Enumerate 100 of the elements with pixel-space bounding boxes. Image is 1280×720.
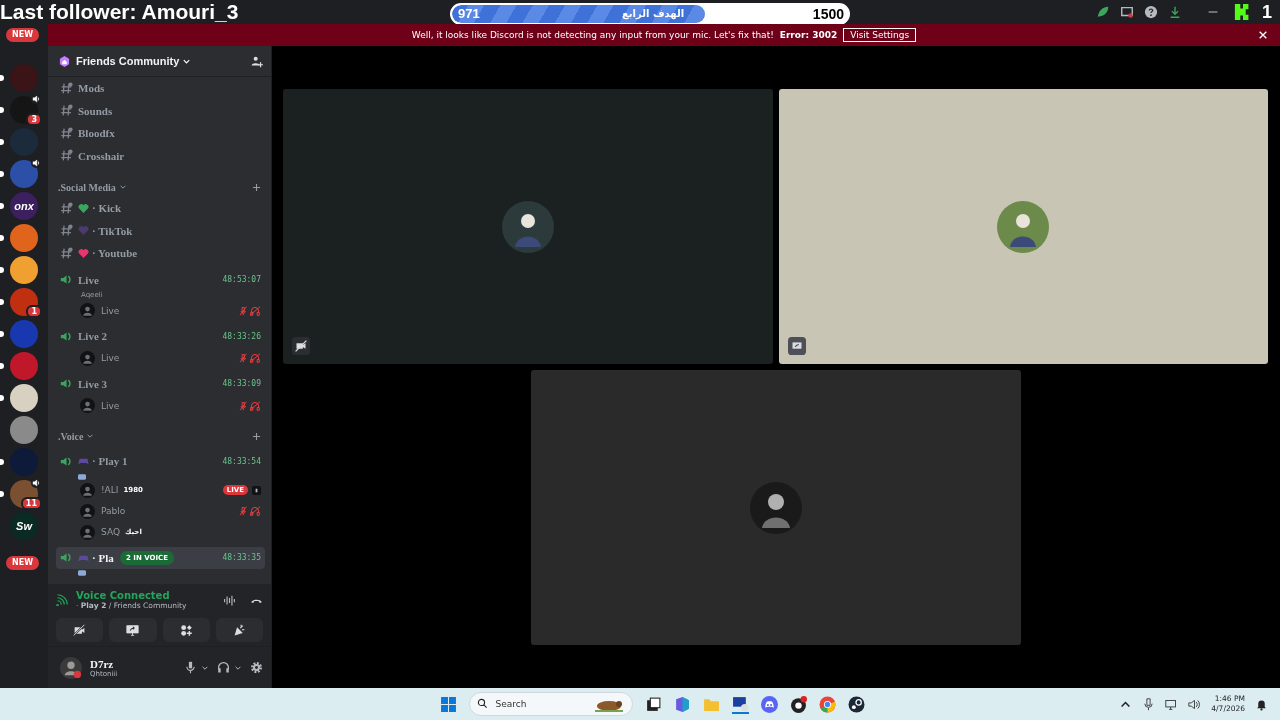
microphone-icon[interactable] bbox=[184, 661, 197, 674]
voice-member[interactable]: Live bbox=[56, 300, 265, 321]
chevron-icon bbox=[86, 432, 95, 440]
last-follower-text: Last follower: Amouri_3 bbox=[0, 0, 240, 24]
leaf-icon[interactable] bbox=[1096, 5, 1110, 19]
microphone-icon[interactable] bbox=[1142, 697, 1156, 711]
notification-bell-icon[interactable] bbox=[1255, 697, 1268, 711]
camera-off-button[interactable] bbox=[56, 618, 104, 642]
text-channel[interactable]: · TikTok bbox=[56, 219, 265, 242]
voice-channel[interactable]: Live 3 48:33:09 bbox=[56, 372, 265, 395]
activities-button[interactable] bbox=[162, 618, 210, 642]
text-channel[interactable]: Sounds bbox=[56, 99, 265, 122]
mention-badge: 3 bbox=[26, 113, 42, 126]
shapes-icon bbox=[179, 623, 193, 637]
server-icon[interactable]: onx bbox=[10, 191, 38, 220]
signal-icon bbox=[56, 594, 68, 606]
participant-avatar bbox=[997, 200, 1050, 253]
screen-icon bbox=[252, 485, 261, 495]
camera-off-icon bbox=[73, 623, 87, 637]
goal-label: الهدف الرابع bbox=[622, 7, 685, 22]
start-icon[interactable] bbox=[439, 695, 457, 713]
voice-member[interactable]: Pablo bbox=[56, 500, 265, 522]
video-tile[interactable] bbox=[283, 89, 773, 364]
voice-member[interactable]: Live bbox=[56, 347, 265, 369]
member-avatar bbox=[80, 350, 95, 366]
search-icon bbox=[476, 698, 488, 709]
hashtag-icon bbox=[60, 201, 73, 215]
network-icon[interactable] bbox=[1165, 697, 1179, 711]
hashtag-icon bbox=[60, 224, 73, 238]
voice-member[interactable]: Live bbox=[56, 395, 265, 416]
participant-avatar bbox=[749, 481, 802, 534]
chevron-icon bbox=[118, 183, 127, 191]
error-code: Error: 3002 bbox=[779, 30, 838, 40]
hashtag-icon bbox=[60, 126, 73, 140]
headphones-icon[interactable] bbox=[217, 661, 230, 674]
chrome-icon[interactable] bbox=[818, 695, 836, 713]
member-avatar bbox=[80, 398, 95, 413]
party-popper-icon bbox=[232, 623, 246, 637]
member-avatar bbox=[80, 482, 95, 498]
speaker-icon bbox=[60, 273, 73, 287]
screen-share-icon bbox=[126, 623, 140, 637]
server-icon[interactable]: Sw bbox=[10, 511, 38, 540]
text-channel[interactable]: · Youtube bbox=[56, 242, 265, 265]
video-tile[interactable] bbox=[530, 370, 1021, 645]
screen-icon[interactable] bbox=[1120, 5, 1134, 19]
text-channel[interactable]: Bloodfx bbox=[56, 122, 265, 145]
text-channel[interactable]: · Kick bbox=[56, 197, 265, 220]
camera-off-icon bbox=[292, 337, 310, 355]
hashtag-icon bbox=[60, 149, 73, 163]
server-badge-icon bbox=[59, 55, 70, 67]
remote-desktop-icon[interactable] bbox=[731, 694, 749, 714]
mention-badge: 11 bbox=[20, 497, 42, 510]
hashtag-icon bbox=[60, 81, 73, 95]
download-icon[interactable] bbox=[1168, 5, 1182, 19]
goal-target: 1500 bbox=[812, 5, 844, 23]
speaker-icon bbox=[60, 329, 73, 343]
voice-channel[interactable]: · Play 1 48:33:54 bbox=[56, 450, 265, 473]
server-header[interactable]: Friends Community bbox=[48, 46, 271, 77]
screen-share-button[interactable] bbox=[109, 618, 157, 642]
participant-avatar bbox=[501, 200, 554, 253]
discord-icon[interactable] bbox=[760, 695, 778, 713]
server-icon[interactable] bbox=[10, 287, 38, 316]
voice-status: Voice Connected bbox=[76, 590, 171, 601]
soundboard-button[interactable] bbox=[215, 618, 263, 642]
soundwave-icon[interactable] bbox=[223, 593, 236, 607]
visit-settings-button[interactable]: Visit Settings bbox=[843, 28, 917, 42]
help-icon[interactable] bbox=[1144, 5, 1158, 19]
notice-text: Well, it looks like Discord is not detecting any input from your mic. Let's fix that! bbox=[411, 30, 774, 40]
speaker-icon bbox=[60, 454, 73, 468]
member-avatar bbox=[80, 503, 95, 519]
category-header[interactable]: .Social Media bbox=[58, 181, 116, 193]
video-tile[interactable] bbox=[778, 89, 1268, 364]
text-channel[interactable]: Mods bbox=[56, 77, 265, 100]
add-channel-icon[interactable] bbox=[252, 182, 261, 192]
member-avatar bbox=[80, 524, 95, 540]
new-badge: NEW bbox=[6, 28, 39, 42]
hashtag-icon bbox=[60, 246, 73, 260]
server-icon[interactable] bbox=[10, 255, 38, 284]
add-member-icon[interactable] bbox=[250, 54, 263, 68]
category-header[interactable]: .Voice bbox=[58, 430, 84, 442]
new-badge: NEW bbox=[6, 556, 39, 570]
search-field[interactable]: Search bbox=[468, 692, 633, 716]
add-channel-icon[interactable] bbox=[252, 431, 261, 441]
voice-channel[interactable]: Live 2 48:33:26 bbox=[56, 325, 265, 348]
close-icon[interactable] bbox=[1258, 30, 1268, 40]
user-avatar[interactable] bbox=[60, 656, 82, 679]
user-name: D7rz bbox=[90, 657, 115, 670]
goal-current: 971 bbox=[458, 5, 480, 23]
kick-count: 1 bbox=[1262, 1, 1272, 23]
member-avatar bbox=[80, 303, 95, 318]
task-view-icon[interactable] bbox=[644, 695, 662, 713]
hashtag-icon bbox=[60, 104, 73, 118]
volume-icon[interactable] bbox=[1188, 697, 1202, 711]
voice-channel[interactable]: Live 48:53:07 bbox=[56, 268, 265, 291]
server-icon[interactable] bbox=[10, 383, 38, 412]
mention-badge: 1 bbox=[26, 305, 42, 318]
server-name: Friends Community bbox=[76, 55, 180, 67]
speaker-icon bbox=[60, 551, 73, 565]
settings-icon[interactable] bbox=[250, 661, 263, 674]
text-channel[interactable]: Crosshair bbox=[56, 144, 265, 167]
